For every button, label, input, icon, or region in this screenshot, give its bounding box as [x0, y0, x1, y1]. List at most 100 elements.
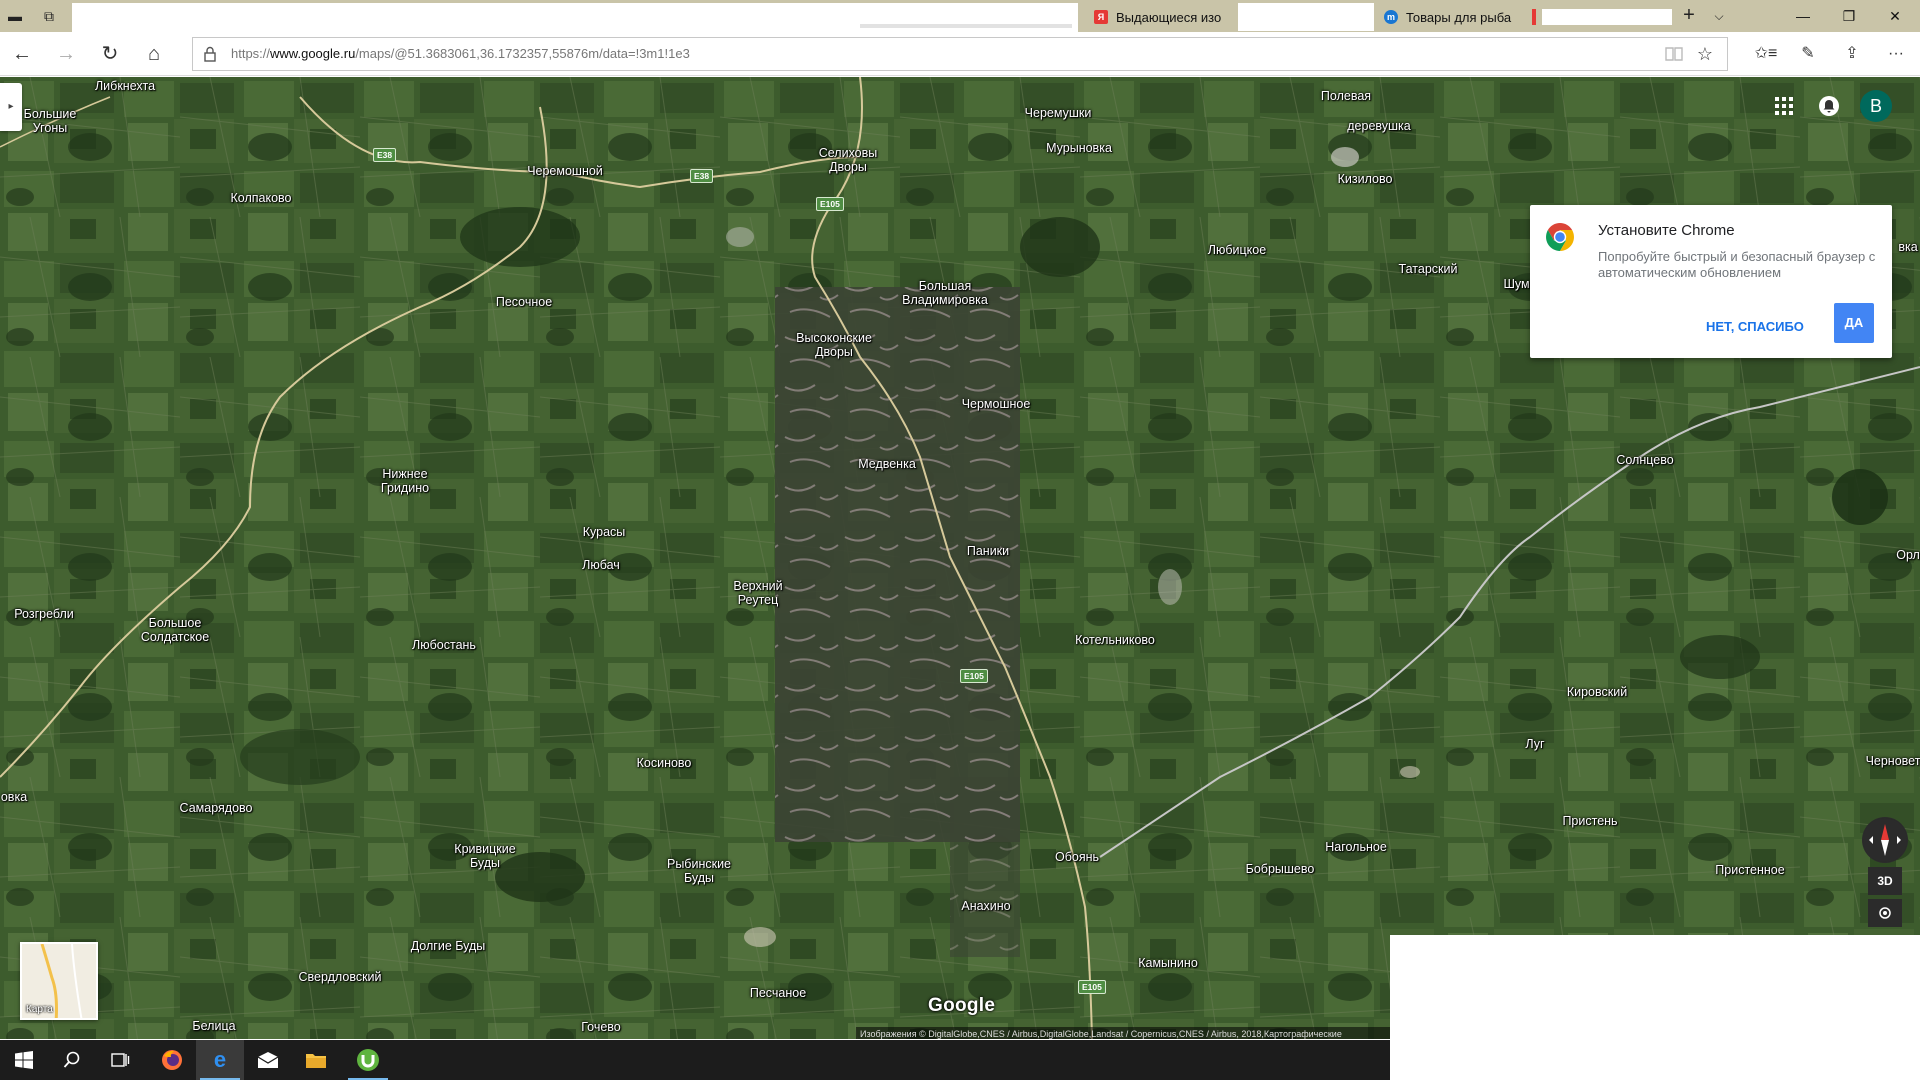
- tab-shop[interactable]: m Товары для рыба: [1384, 3, 1526, 31]
- place-label[interactable]: Самарядово: [180, 801, 253, 815]
- place-label[interactable]: Черновет: [1866, 754, 1920, 768]
- place-label[interactable]: Кизилово: [1338, 172, 1393, 186]
- 3d-toggle-button[interactable]: 3D: [1868, 867, 1902, 895]
- place-label[interactable]: Кривицкие Буды: [454, 842, 515, 870]
- place-label[interactable]: Песчаное: [750, 986, 806, 1000]
- tab-preview-icon[interactable]: ▬: [2, 4, 28, 28]
- satellite-map[interactable]: ▸ E38 E38 E105 E105 E105 Либкнехта Больш…: [0, 77, 1920, 1039]
- road-shield: E105: [816, 197, 844, 211]
- add-favorite-icon[interactable]: ☆: [1693, 41, 1717, 67]
- place-label[interactable]: Гочево: [581, 1020, 621, 1034]
- search-icon: [63, 1051, 80, 1068]
- place-label[interactable]: Курасы: [583, 525, 626, 539]
- taskbar-mail[interactable]: [244, 1040, 292, 1080]
- place-label[interactable]: Розгребли: [14, 607, 74, 621]
- tab-yandex[interactable]: Я Выдающиеся изо: [1094, 3, 1226, 31]
- back-button[interactable]: ←: [6, 40, 38, 68]
- place-label[interactable]: Паники: [967, 544, 1009, 558]
- place-label[interactable]: Черемошной: [527, 164, 603, 178]
- place-label[interactable]: Пристенное: [1715, 863, 1784, 877]
- restore-button[interactable]: ❐: [1826, 0, 1872, 32]
- place-label[interactable]: Большое Солдатское: [141, 616, 209, 644]
- place-label[interactable]: Полевая: [1321, 89, 1371, 103]
- tab-list-button[interactable]: ⌵: [1706, 4, 1732, 28]
- start-icon: [15, 1051, 33, 1069]
- place-label[interactable]: Чермошное: [962, 397, 1031, 411]
- place-label[interactable]: Орл: [1896, 548, 1920, 562]
- map-type-switcher[interactable]: Карта: [20, 942, 98, 1020]
- share-icon[interactable]: ⇪: [1836, 40, 1868, 68]
- place-label[interactable]: Нагольное: [1325, 840, 1387, 854]
- place-label[interactable]: Медвенка: [858, 457, 916, 471]
- place-label[interactable]: Колпаково: [231, 191, 292, 205]
- reading-view-icon[interactable]: [1663, 44, 1685, 64]
- place-label[interactable]: Долгие Буды: [411, 939, 486, 953]
- place-label[interactable]: деревушка: [1347, 119, 1411, 133]
- start-button[interactable]: [0, 1040, 48, 1080]
- place-label[interactable]: Любицкое: [1208, 243, 1266, 257]
- place-label[interactable]: Бобрышево: [1246, 862, 1315, 876]
- place-label[interactable]: Луг: [1525, 737, 1544, 751]
- place-label[interactable]: Высоконские Дворы: [796, 331, 872, 359]
- place-label[interactable]: Любач: [582, 558, 620, 572]
- web-notes-icon[interactable]: ✎: [1792, 40, 1824, 68]
- place-label[interactable]: Кировский: [1567, 685, 1627, 699]
- navigation-bar: ← → ↻ ⌂ https://www.google.ru/maps/@51.3…: [0, 32, 1920, 76]
- google-apps-icon[interactable]: [1772, 94, 1796, 118]
- place-label[interactable]: Либкнехта: [95, 79, 155, 93]
- new-tab-button[interactable]: +: [1676, 4, 1702, 28]
- place-label[interactable]: Черемушки: [1025, 106, 1092, 120]
- home-button[interactable]: ⌂: [138, 40, 170, 68]
- place-label[interactable]: Котельниково: [1075, 633, 1155, 647]
- notifications-icon[interactable]: [1818, 95, 1840, 117]
- tab-label: Выдающиеся изо: [1116, 9, 1222, 25]
- place-label[interactable]: Татарский: [1399, 262, 1458, 276]
- side-panel-toggle[interactable]: ▸: [0, 83, 22, 131]
- place-label[interactable]: Селиховы Дворы: [819, 146, 878, 174]
- url-text[interactable]: https://www.google.ru/maps/@51.3683061,3…: [231, 38, 690, 70]
- taskbar-utorrent[interactable]: [344, 1040, 392, 1080]
- place-label[interactable]: Большие Угоны: [24, 107, 77, 135]
- place-label[interactable]: Верхний Реутец: [733, 579, 782, 607]
- place-label[interactable]: вка: [1898, 240, 1917, 254]
- place-label[interactable]: Свердловский: [298, 970, 381, 984]
- account-avatar[interactable]: В: [1860, 90, 1892, 122]
- taskbar-edge[interactable]: e: [196, 1040, 244, 1080]
- place-label[interactable]: Песочное: [496, 295, 552, 309]
- search-button[interactable]: [48, 1040, 96, 1080]
- favorites-hub-icon[interactable]: ✩≡: [1750, 40, 1782, 68]
- shop-icon: m: [1384, 10, 1398, 24]
- place-label[interactable]: Мурыновка: [1046, 141, 1112, 155]
- task-view-button[interactable]: [96, 1040, 144, 1080]
- tab-blank[interactable]: [1238, 3, 1374, 31]
- firefox-icon: [162, 1050, 182, 1070]
- no-thanks-button[interactable]: НЕТ, СПАСИБО: [1706, 312, 1804, 342]
- place-label[interactable]: Солнцево: [1616, 453, 1673, 467]
- close-button[interactable]: ✕: [1872, 0, 1918, 32]
- my-location-button[interactable]: [1868, 899, 1902, 927]
- more-menu-icon[interactable]: ···: [1880, 40, 1912, 68]
- place-label[interactable]: Камынино: [1138, 956, 1198, 970]
- popup-title: Установите Chrome: [1598, 222, 1735, 239]
- place-label[interactable]: Анахино: [961, 899, 1010, 913]
- compass-icon[interactable]: [1862, 817, 1908, 863]
- place-label[interactable]: Нижнее Гридино: [381, 467, 429, 495]
- place-label[interactable]: Любостань: [412, 638, 476, 652]
- place-label[interactable]: Пристень: [1562, 814, 1617, 828]
- place-label[interactable]: Белица: [192, 1019, 235, 1033]
- place-label[interactable]: Косиново: [637, 756, 692, 770]
- taskbar-file-explorer[interactable]: [292, 1040, 340, 1080]
- yes-button[interactable]: ДА: [1834, 303, 1874, 343]
- set-aside-tabs-icon[interactable]: ⧉: [36, 4, 62, 28]
- tab-red[interactable]: [1532, 3, 1680, 31]
- taskbar-firefox[interactable]: [148, 1040, 196, 1080]
- place-label[interactable]: овка: [1, 790, 27, 804]
- forward-button[interactable]: →: [50, 40, 82, 68]
- place-label[interactable]: Большая Владимировка: [902, 279, 988, 307]
- minimize-button[interactable]: —: [1780, 0, 1826, 32]
- refresh-button[interactable]: ↻: [94, 40, 126, 68]
- address-bar[interactable]: https://www.google.ru/maps/@51.3683061,3…: [192, 37, 1728, 71]
- place-label[interactable]: Рыбинские Буды: [667, 857, 731, 885]
- tab-active[interactable]: [72, 3, 1078, 32]
- place-label[interactable]: Обоянь: [1055, 850, 1099, 864]
